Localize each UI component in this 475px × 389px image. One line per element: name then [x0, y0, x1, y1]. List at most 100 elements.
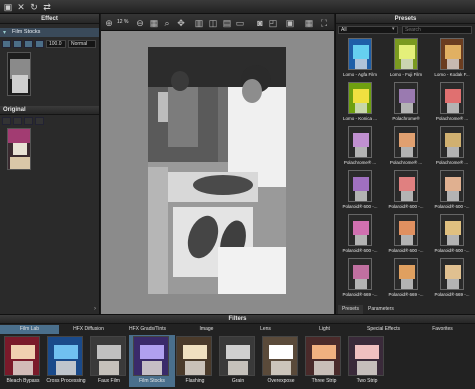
preset-thumbnail — [394, 258, 418, 290]
layer-button-4[interactable] — [35, 40, 44, 48]
preset-thumbnail — [394, 38, 418, 70]
preset-label: Lomo - Agfa Film — [342, 72, 377, 77]
zoom-out-icon[interactable]: ⊖ — [135, 18, 145, 28]
filter-item[interactable]: Bleach Bypass — [0, 335, 46, 387]
main-toolbar: ⊕ 12 % ⊖ ▦ ⌕ ✥ ▥ ◫ ▤ ▭ ◙ ◰ ▣ ▦ ⛶ — [101, 14, 334, 31]
preset-item[interactable]: Polachrome® ... — [431, 126, 473, 165]
preview-photo[interactable] — [148, 47, 286, 294]
preset-label: Lomo - Konica ... — [342, 116, 378, 121]
layer-button-2[interactable] — [13, 40, 22, 48]
preset-item[interactable]: Lomo - Fuji Film — [385, 38, 427, 77]
preset-item[interactable]: Polaroid® 669 -... — [431, 258, 473, 297]
vertical-split-icon[interactable]: ▤ — [222, 18, 232, 28]
preset-item[interactable]: Polaroid® 600 -... — [431, 170, 473, 209]
filter-item[interactable]: Faux Film — [86, 335, 132, 387]
refresh-icon[interactable]: ↻ — [29, 2, 39, 12]
preset-thumbnail — [348, 126, 372, 158]
preset-label: Polaroid® 669 -... — [342, 292, 378, 297]
preset-thumbnail — [394, 82, 418, 114]
filter-item[interactable]: Two Strip — [344, 335, 390, 387]
tab-parameters[interactable]: Parameters — [364, 305, 398, 314]
preset-item[interactable]: Polachrome® ... — [339, 126, 381, 165]
mask-icon[interactable]: ▣ — [285, 18, 295, 28]
preset-item[interactable]: Polaroid® 600 -... — [339, 214, 381, 253]
filter-item[interactable]: Three Strip — [301, 335, 347, 387]
horizontal-split-icon[interactable]: ▭ — [235, 18, 245, 28]
preset-search-input[interactable] — [402, 26, 472, 34]
layer-button-3[interactable] — [24, 40, 33, 48]
preset-item[interactable]: Polaroid® 600 -... — [339, 170, 381, 209]
preset-item[interactable]: Polaroid® 600 -... — [431, 214, 473, 253]
preset-filter-select[interactable]: All — [338, 26, 398, 34]
panel-collapse-icon[interactable]: › — [94, 306, 96, 312]
filter-thumbnail — [262, 336, 298, 376]
filter-tab[interactable]: Lens — [236, 325, 295, 334]
orig-button-4[interactable] — [35, 117, 44, 125]
preset-label: Polachrome® ... — [389, 160, 423, 165]
layer-button-1[interactable] — [2, 40, 11, 48]
blend-mode-select[interactable]: Normal — [68, 40, 96, 48]
preview-photo-graphic — [148, 47, 286, 294]
filter-item[interactable]: Overexpose — [258, 335, 304, 387]
filter-thumbnail — [4, 336, 40, 376]
preset-item[interactable]: Polaroid® 600 -... — [385, 170, 427, 209]
effect-thumbnail[interactable] — [7, 52, 31, 96]
filter-label: Three Strip — [311, 378, 337, 384]
preset-item[interactable]: Polaroid® 669 -... — [339, 258, 381, 297]
filter-thumbnail — [219, 336, 255, 376]
filter-item[interactable]: Grain — [215, 335, 261, 387]
tab-presets[interactable]: Presets — [338, 305, 363, 314]
filter-item[interactable]: Flashing — [172, 335, 218, 387]
orig-button-2[interactable] — [13, 117, 22, 125]
save-icon[interactable]: ▣ — [3, 2, 13, 12]
preset-item[interactable]: Polachrome® ... — [431, 82, 473, 121]
split-view-icon[interactable]: ▥ — [194, 18, 204, 28]
filter-tab[interactable]: Film Lab — [0, 325, 59, 334]
film-stocks-header[interactable]: Film Stocks — [0, 28, 99, 37]
filter-tab[interactable]: HFX Diffusion — [59, 325, 118, 334]
preset-thumbnail — [440, 170, 464, 202]
camera-icon[interactable]: ◙ — [255, 18, 265, 28]
filter-tab[interactable]: Favorites — [413, 325, 472, 334]
orig-button-1[interactable] — [2, 117, 11, 125]
preset-item[interactable]: Lomo - Konica ... — [339, 82, 381, 121]
preset-item[interactable]: Polaroid® 669 -... — [385, 258, 427, 297]
preset-label: Lomo - Fuji Film — [389, 72, 423, 77]
grid-icon[interactable]: ▦ — [304, 18, 314, 28]
image-canvas[interactable] — [101, 31, 334, 314]
filter-item[interactable]: Film Stocks — [129, 335, 175, 387]
preset-thumbnail — [440, 82, 464, 114]
original-title: Original — [0, 106, 99, 115]
filter-item[interactable]: Cross Processing — [43, 335, 89, 387]
zoom-in-icon[interactable]: ⊕ — [104, 18, 114, 28]
filter-thumbnail — [305, 336, 341, 376]
compare-icon[interactable]: ⇄ — [42, 2, 52, 12]
side-by-side-icon[interactable]: ◫ — [208, 18, 218, 28]
preset-item[interactable]: Polachrome® ... — [385, 126, 427, 165]
preset-item[interactable]: Polachrome® — [385, 82, 427, 121]
orig-button-3[interactable] — [24, 117, 33, 125]
preset-label: Polaroid® 600 -... — [434, 248, 470, 253]
filter-label: Film Stocks — [139, 378, 165, 384]
expand-arrow-icon[interactable]: ▾ — [3, 29, 6, 36]
fullscreen-icon[interactable]: ⛶ — [319, 18, 329, 28]
filter-tab[interactable]: HFX Grads/Tints — [118, 325, 177, 334]
fit-icon[interactable]: ▦ — [149, 18, 159, 28]
filter-tab[interactable]: Image — [177, 325, 236, 334]
amount-field[interactable]: 100.0 — [46, 40, 66, 48]
filter-tab[interactable]: Light — [295, 325, 354, 334]
original-thumbnail[interactable] — [7, 128, 31, 170]
filter-tab[interactable]: Special Effects — [354, 325, 413, 334]
preset-item[interactable]: Lomo - Agfa Film — [339, 38, 381, 77]
preset-thumbnail — [440, 258, 464, 290]
filter-thumbnail — [90, 336, 126, 376]
close-icon[interactable]: ✕ — [16, 2, 26, 12]
pan-icon[interactable]: ✥ — [176, 18, 186, 28]
magnifier-icon[interactable]: ⌕ — [162, 18, 172, 28]
preset-item[interactable]: Lomo - Kodak F... — [431, 38, 473, 77]
zoom-level: 12 % — [117, 19, 129, 25]
preset-item[interactable]: Polaroid® 600 -... — [385, 214, 427, 253]
clip-icon[interactable]: ◰ — [268, 18, 278, 28]
filter-label: Bleach Bypass — [6, 378, 40, 384]
preset-thumbnail — [440, 38, 464, 70]
